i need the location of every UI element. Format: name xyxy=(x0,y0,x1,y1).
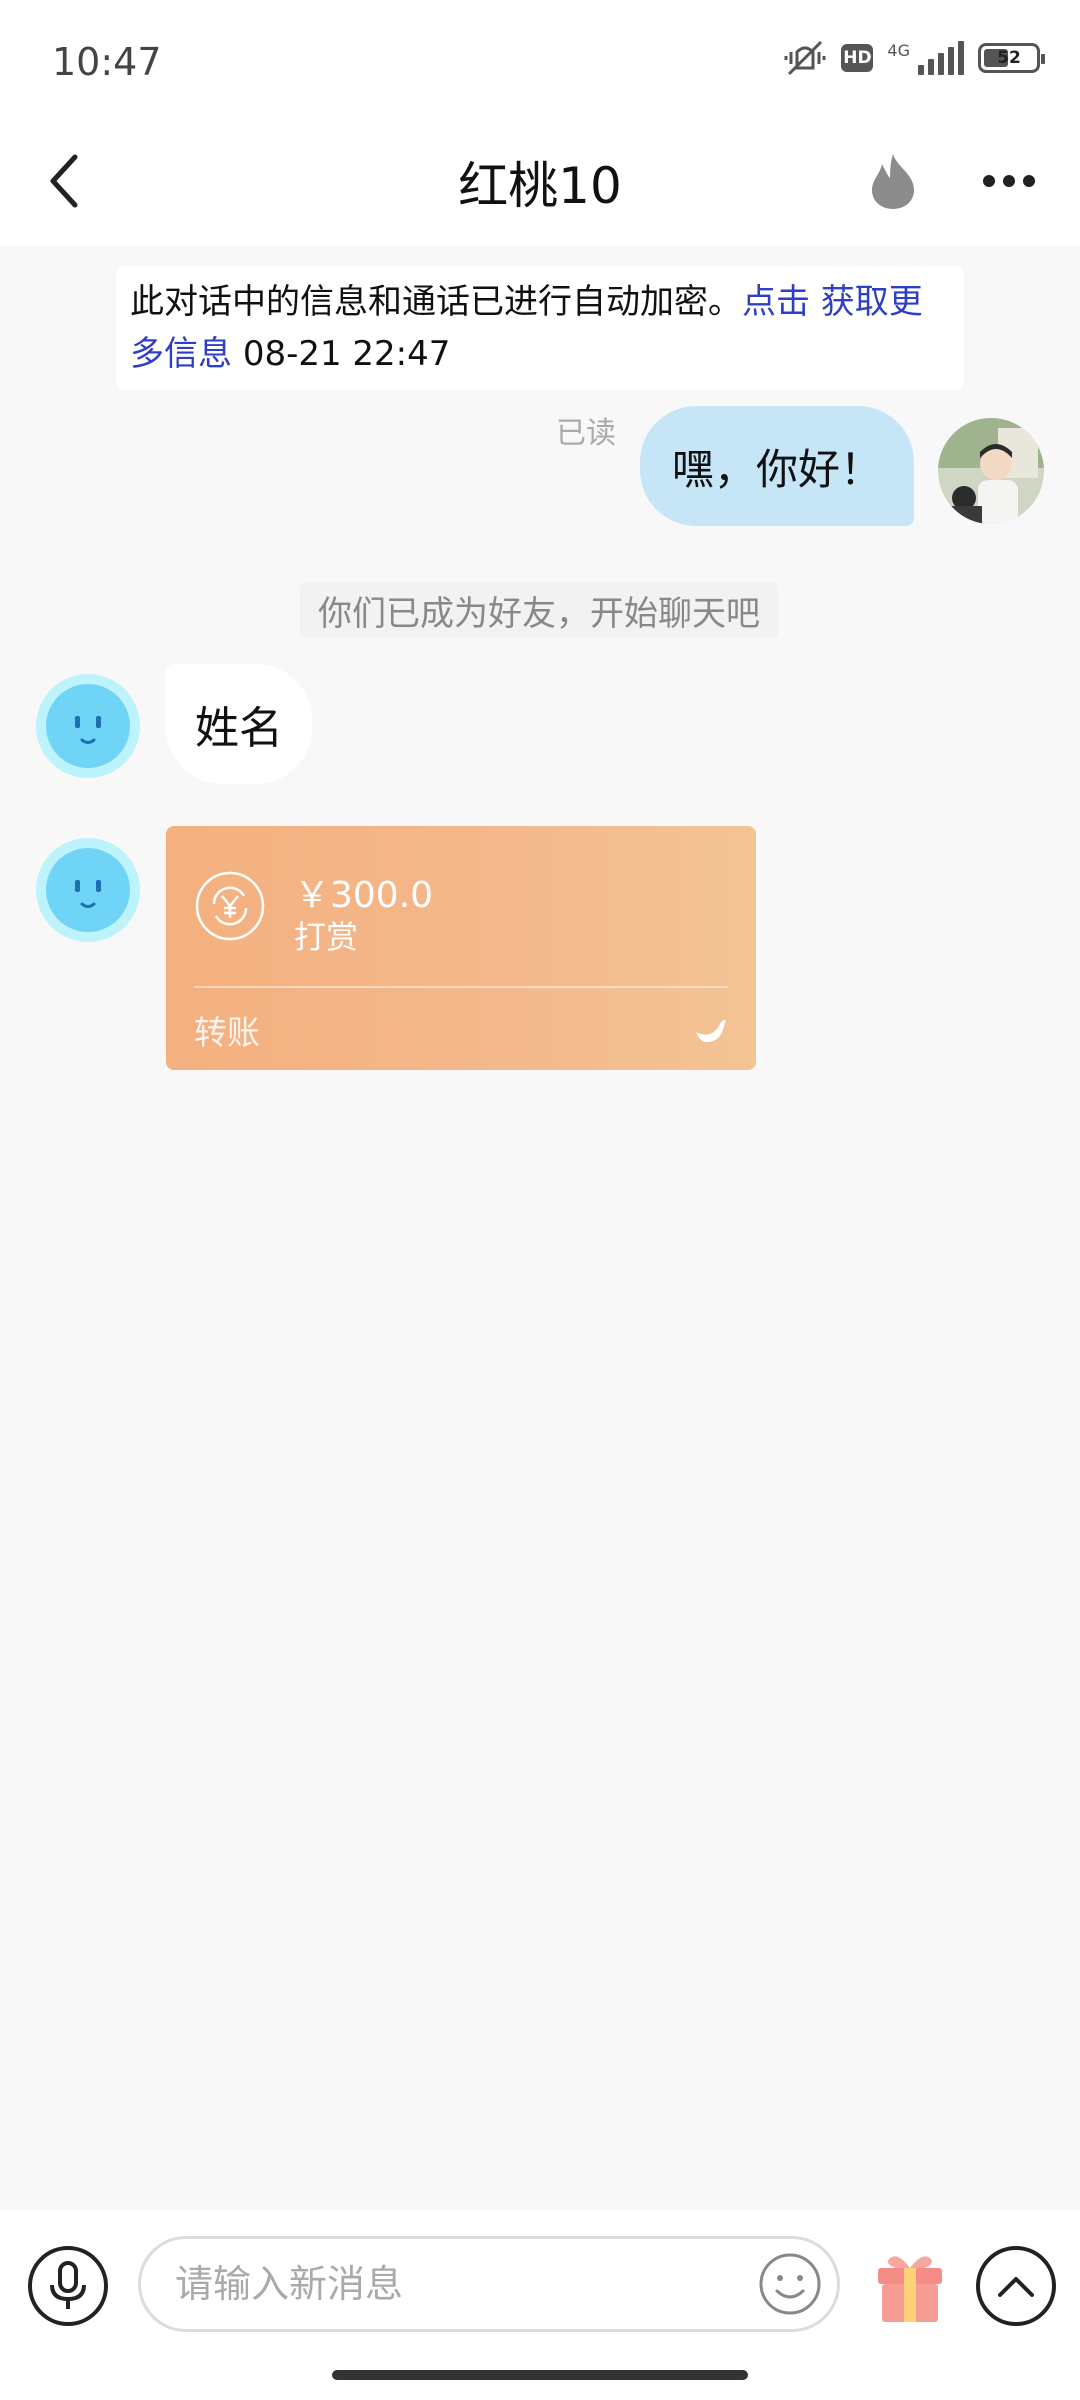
transfer-divider xyxy=(194,986,728,988)
status-icons: HD 4G 52 xyxy=(783,38,1045,78)
outgoing-message[interactable]: 嘿，你好！ xyxy=(640,406,914,526)
burn-after-reading-button[interactable] xyxy=(856,144,930,218)
voice-button[interactable] xyxy=(28,2246,108,2326)
smiley-avatar-icon xyxy=(75,880,101,908)
gift-icon[interactable] xyxy=(870,2246,950,2326)
fire-icon xyxy=(872,154,914,209)
transfer-card[interactable]: ￥300.0 打赏 转账 xyxy=(166,826,756,1070)
more-button[interactable] xyxy=(972,144,1046,218)
message-input[interactable] xyxy=(175,2239,735,2329)
more-icon xyxy=(983,175,1035,187)
yuan-exchange-icon xyxy=(195,871,265,941)
network-type: 4G xyxy=(887,41,910,60)
transfer-label: 转账 xyxy=(194,1013,260,1052)
system-message: 你们已成为好友，开始聊天吧 xyxy=(300,582,778,638)
transfer-note: 打赏 xyxy=(294,918,359,956)
vibrate-off-icon xyxy=(784,40,826,76)
transfer-amount: ￥300.0 xyxy=(294,875,434,916)
friend-avatar[interactable] xyxy=(36,674,140,778)
battery-level: 52 xyxy=(997,48,1021,68)
friend-avatar[interactable] xyxy=(36,838,140,942)
chevron-up-icon xyxy=(998,2277,1034,2297)
home-indicator[interactable] xyxy=(332,2370,748,2380)
hd-icon: HD xyxy=(841,44,874,72)
emoji-icon[interactable] xyxy=(757,2251,823,2317)
notice-text: 此对话中的信息和通话已进行自动加密。 xyxy=(130,282,742,322)
message-input-box[interactable] xyxy=(138,2236,840,2332)
read-status: 已读 xyxy=(556,416,616,451)
status-time: 10:47 xyxy=(52,40,162,84)
my-avatar[interactable] xyxy=(938,418,1044,524)
notice-time: 08-21 22:47 xyxy=(242,334,451,374)
bird-icon xyxy=(696,1020,726,1042)
incoming-message[interactable]: 姓名 xyxy=(166,664,312,784)
outgoing-message-text: 嘿，你好！ xyxy=(671,444,882,494)
chat-header: 红桃10 xyxy=(0,120,1080,246)
incoming-message-text: 姓名 xyxy=(195,703,283,754)
expand-button[interactable] xyxy=(976,2246,1056,2326)
signal-icon: 4G xyxy=(887,41,964,75)
microphone-icon xyxy=(50,2261,86,2309)
battery-icon: 52 xyxy=(978,43,1045,73)
smiley-avatar-icon xyxy=(75,716,101,744)
status-bar: 10:47 HD 4G 52 xyxy=(0,0,1080,120)
encryption-notice: 此对话中的信息和通话已进行自动加密。点击 获取更多信息 08-21 22:47 xyxy=(116,266,964,390)
